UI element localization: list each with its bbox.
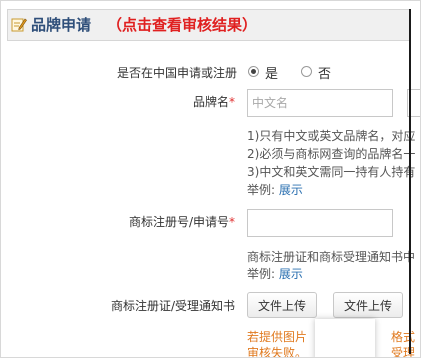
window-edge-divider [409, 9, 411, 354]
upload-warning-line-2: 审核失败。 [247, 346, 308, 358]
registered-no-label[interactable]: 否 [318, 63, 331, 82]
view-review-result-link[interactable]: （点击查看审核结果） [107, 14, 257, 35]
upload-warning-line-1: 若提供图片 [247, 330, 308, 344]
trademark-number-hint: 商标注册证和商标受理通知书中 [247, 250, 416, 264]
trademark-certificate-label: 商标注册证/受理通知书 [111, 299, 236, 313]
brand-name-label-text: 品牌名 [193, 95, 230, 109]
registered-no-radio[interactable] [301, 66, 312, 77]
trademark-number-example: 举例: 展示 [247, 267, 303, 282]
page-title: 品牌申请 [31, 16, 92, 34]
brand-name-example-link[interactable]: 展示 [279, 183, 303, 197]
required-mark: * [229, 215, 236, 229]
upload-warning-line-2-right: 受理 [391, 346, 416, 358]
brand-name-label: 品牌名* [193, 93, 235, 110]
brand-name-example: 举例: 展示 [247, 183, 303, 198]
trademark-number-label: 商标注册号/申请号* [129, 213, 235, 230]
brand-name-example-prefix: 举例: [247, 183, 276, 197]
brand-name-hint-2: 2)必须与商标网查询的品牌名一 [247, 147, 416, 161]
trademark-number-example-link[interactable]: 展示 [279, 267, 303, 281]
brand-application-panel: 品牌申请 （点击查看审核结果） 是否在中国申请或注册 是 否 品牌名* 1)只有… [0, 0, 421, 358]
brand-name-chinese-input[interactable] [247, 89, 393, 117]
registered-in-china-label: 是否在中国申请或注册 [117, 66, 238, 80]
brand-name-hint-1: 1)只有中文或英文品牌名，对应 [247, 129, 416, 143]
registered-yes-radio[interactable] [248, 66, 259, 77]
edit-icon [11, 16, 27, 32]
brand-name-hint-3: 3)中文和英文需同一持有人持有 [247, 165, 416, 179]
upload-file-button-2[interactable]: 文件上传 [333, 292, 403, 318]
registered-yes-label[interactable]: 是 [265, 63, 278, 82]
trademark-number-input[interactable] [247, 209, 393, 237]
trademark-number-example-prefix: 举例: [247, 267, 276, 281]
upload-file-button-1[interactable]: 文件上传 [247, 292, 317, 318]
trademark-number-label-text: 商标注册号/申请号 [129, 215, 230, 229]
upload-warning-line-1-right: 格式 [391, 330, 416, 344]
upload-tooltip-popup [315, 319, 375, 357]
required-mark: * [229, 95, 236, 109]
